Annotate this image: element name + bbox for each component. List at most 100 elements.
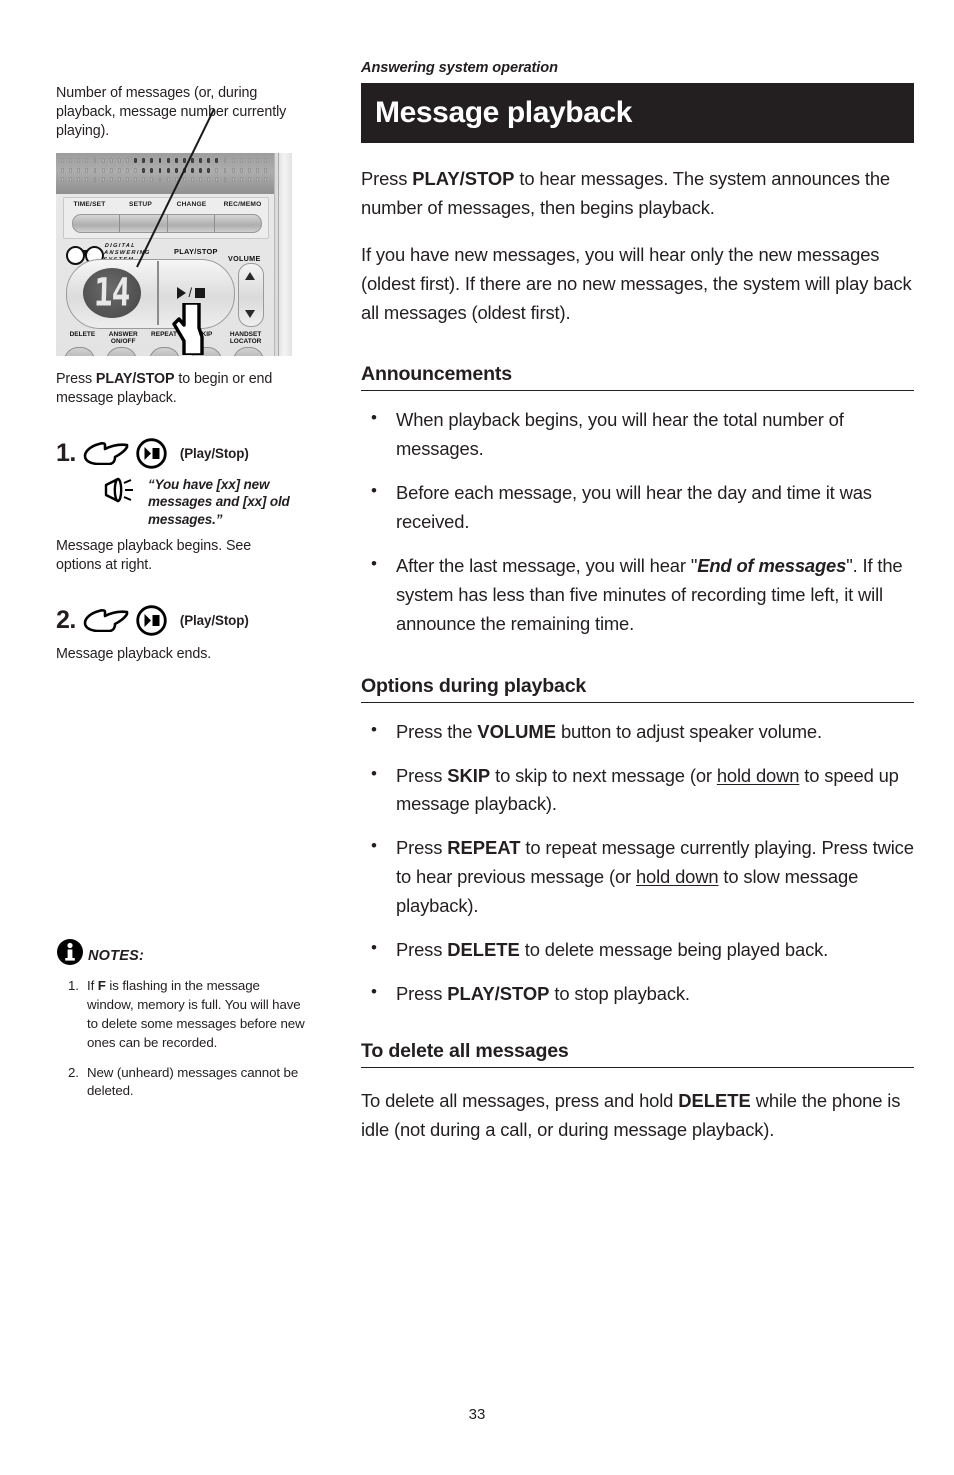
play-stop-button-icon [136,605,167,636]
note-post: New (unheard) messages cannot be deleted… [87,1064,299,1099]
play-stop-button[interactable]: / [177,286,205,299]
slash-separator: / [188,285,193,300]
step-1-button-caption: (Play/Stop) [179,446,249,461]
device-side-edge [275,153,292,356]
device-label-handset-locator: HANDSET LOCATOR [229,331,262,346]
intro-p1-b: PLAY/STOP [412,168,515,189]
speaker-dot-matrix [61,158,268,190]
device-label-setup: SETUP [129,201,152,208]
bullet-a: Before each message, you will hear the d… [396,482,872,533]
note-number: 1. [68,978,79,993]
intro-paragraph-1: Press PLAY/STOP to hear messages. The sy… [361,164,914,222]
note-item: 1. If F is flashing in the message windo… [56,977,306,1053]
delete-key: DELETE [678,1089,751,1111]
step-2-header: 2. (Play/Stop) [56,605,296,636]
list-item: Before each message, you will hear the d… [361,478,914,537]
intro-p1-a: Press [361,168,413,189]
list-item: After the last message, you will hear "E… [361,551,914,639]
bullet-a: Press the [396,720,478,742]
list-item: Press PLAY/STOP to stop playback. [361,979,914,1009]
caption-bold: PLAY/STOP [95,371,175,387]
bullet-c: to skip to next message (or [490,764,717,786]
step-1-header: 1. (Play/Stop) [56,438,296,469]
bullet-c: to delete message being played back. [519,938,829,960]
step-2-button-caption: (Play/Stop) [179,612,249,628]
device-label-answer-on-off: ANSWER ON/OFF [108,331,138,346]
note-pre: If [87,978,98,993]
speaker-grille [56,153,274,194]
caption-pre: Press [56,371,96,387]
list-item: When playback begins, you will hear the … [361,405,914,464]
volume-rocker-button[interactable] [238,263,264,327]
bullet-key: PLAY/STOP [447,982,550,1004]
pointing-hand-cursor [172,303,204,355]
bullet-a: When playback begins, you will hear the … [396,409,844,460]
bullet-key: SKIP [447,764,491,786]
list-item: Press REPEAT to repeat message currently… [361,833,914,921]
notes-title: NOTES: [88,948,144,964]
list-item: Press DELETE to delete message being pla… [361,935,914,965]
bullet-a: Press [396,837,448,859]
top-button-pill-row [72,214,262,233]
device-label-change: CHANGE [176,201,207,208]
delete-all-paragraph: To delete all messages, press and hold D… [361,1086,914,1144]
bullet-a: Press [396,982,448,1004]
note-bold: F [97,978,106,993]
speaker-dot-row [61,177,268,183]
bullet-a: After the last message, you will hear " [396,554,698,576]
step-1: 1. (Play/Stop) “You have [xx] new messag… [56,438,296,575]
step-1-number: 1. [56,439,76,467]
right-column: Answering system operation Message playb… [361,60,914,1144]
note-item: 2. New (unheard) messages cannot be dele… [56,1064,306,1102]
delete-a: To delete all messages, press and hold [361,1089,679,1111]
bullet-a: Press [396,764,448,786]
step-1-voice-prompt: “You have [xx] new messages and [xx] old… [104,476,296,528]
section-title-bar: Message playback [361,83,914,143]
bullet-c: to stop playback. [549,982,690,1004]
display-and-play-button-group: 14 / [66,259,235,329]
device-label-volume: VOLUME [228,254,261,263]
info-icon [57,939,83,965]
answering-machine-illustration: TIME/SET SETUP CHANGE REC/MEMO DIGITAL A… [56,108,292,356]
list-item: Press SKIP to skip to next message (or h… [361,761,914,820]
stop-square-icon [194,287,205,298]
speaker-announcement-icon [104,477,133,503]
handset-locator-button[interactable] [233,347,264,356]
bullet-a: Press [396,938,448,960]
options-list: Press the VOLUME button to adjust speake… [361,717,914,1009]
device-body: TIME/SET SETUP CHANGE REC/MEMO DIGITAL A… [56,153,275,356]
play-triangle-icon [177,286,186,299]
running-head: Answering system operation [361,60,558,76]
device-label-rec-memo: REC/MEMO [223,201,262,208]
announcements-list: When playback begins, you will hear the … [361,405,914,639]
step-1-description: Message playback begins. See options at … [56,537,252,573]
bottom-button-row [64,347,264,356]
bullet-key: REPEAT [447,837,521,859]
step-2-number: 2. [56,605,76,634]
section-heading-options: Options during playback [361,675,914,703]
delete-button[interactable] [64,347,95,356]
pointing-hand-icon [83,442,129,465]
bullet-c: button to adjust speaker volume. [555,720,822,742]
section-heading-announcements: Announcements [361,363,914,392]
note-post: is flashing in the message window, memor… [87,978,305,1050]
step-2: 2. (Play/Stop) Message playback ends. [56,605,296,664]
pointing-hand-icon [83,608,129,632]
device-label-play-stop: PLAY/STOP [174,247,218,256]
speaker-dot-row [61,158,268,163]
section-heading-delete-all: To delete all messages [361,1040,914,1068]
bullet-underline: hold down [716,764,800,786]
bottom-button-label-row: DELETE ANSWER ON/OFF REPEAT SKIP HANDSET… [62,331,266,346]
step-2-description: Message playback ends. [56,645,212,662]
left-column: Number of messages (or, during playback,… [56,84,296,664]
answer-on-off-button[interactable] [106,347,138,356]
device-label-delete: DELETE [69,331,96,338]
speaker-dot-row [61,167,268,173]
display-callout-caption: Number of messages (or, during playback,… [56,85,287,139]
notes-header: NOTES: [56,938,306,966]
play-stop-caption: Press PLAY/STOP to begin or end message … [56,370,296,408]
volume-up-icon [245,272,255,280]
step-1-voice-text: “You have [xx] new messages and [xx] old… [148,477,290,527]
intro-paragraph-2: If you have new messages, you will hear … [361,244,912,324]
page-title: Message playback [375,96,633,129]
